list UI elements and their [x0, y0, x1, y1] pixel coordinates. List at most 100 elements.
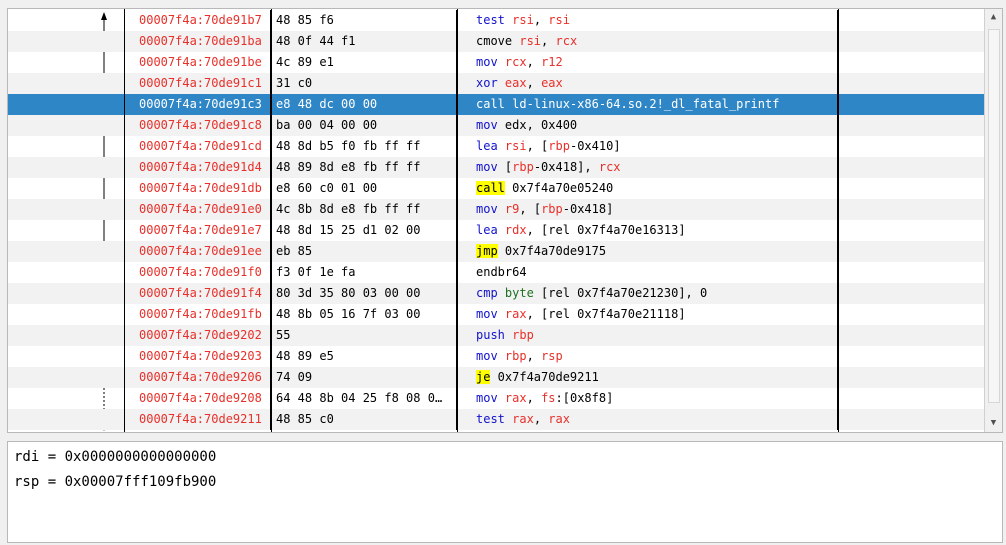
instruction-token: , [rel 0x7f4a70e16313] [526, 223, 686, 237]
instruction-token: , [533, 412, 549, 426]
instruction-bytes: 48 89 8d e8 fb ff ff [272, 157, 457, 178]
comment-cell [839, 199, 984, 220]
instruction-token [498, 307, 505, 321]
instruction-token [498, 223, 505, 237]
instruction-token: mov [476, 202, 498, 216]
instruction-text: test rax, rax [458, 409, 838, 430]
comment-cell [839, 136, 984, 157]
triangle-down-icon[interactable]: ▼ [985, 415, 1002, 432]
instruction-token: rbp [512, 160, 534, 174]
column-divider [457, 9, 458, 432]
comment-cell [839, 409, 984, 430]
instruction-token: rcx [555, 34, 578, 48]
instruction-token: 0x7f4a70de9211 [490, 370, 599, 384]
instruction-token [498, 202, 505, 216]
instruction-bytes: 48 8b 05 16 7f 03 00 [272, 304, 457, 325]
instruction-text: call ld-linux-x86-64.so.2!_dl_fatal_prin… [458, 94, 838, 115]
instruction-text: lea rsi, [rbp-0x410] [458, 136, 838, 157]
instruction-text: mov r9, [rbp-0x418] [458, 199, 838, 220]
instruction-bytes: 48 89 e5 [272, 346, 457, 367]
instruction-token: endbr64 [476, 265, 527, 279]
column-divider [124, 9, 125, 432]
comment-cell [839, 73, 984, 94]
instruction-text: endbr64 [458, 262, 838, 283]
instruction-token: test [476, 13, 505, 27]
instruction-token [498, 349, 505, 363]
instruction-bytes: f3 0f 1e fa [272, 262, 457, 283]
comment-cell [839, 388, 984, 409]
instruction-token: , [526, 391, 542, 405]
instruction-bytes: 31 c0 [272, 73, 457, 94]
instruction-token: 0x7f4a70e05240 [504, 181, 614, 195]
vertical-scrollbar[interactable]: ▲ ▼ [984, 9, 1002, 432]
instruction-bytes: eb 85 [272, 241, 457, 262]
instruction-token [498, 286, 505, 300]
instruction-text: jmp 0x7f4a70de9175 [458, 241, 838, 262]
instruction-address: 00007f4a:70de91ba [125, 31, 271, 52]
instruction-address: 00007f4a:70de9208 [125, 388, 271, 409]
instruction-token: , [526, 76, 542, 90]
instruction-bytes: 64 48 8b 04 25 f8 08 0… [272, 388, 457, 409]
disassembly-view[interactable]: 00007f4a:70de91b7 48 85 f6 test rsi, rsi 00… [7, 8, 1003, 433]
comment-cell [839, 283, 984, 304]
instruction-token [498, 55, 505, 69]
instruction-bytes: 48 8d 15 25 d1 02 00 [272, 220, 457, 241]
instruction-token: rax [504, 391, 527, 405]
instruction-text: mov edx, 0x400 [458, 115, 838, 136]
instruction-token: rbp [512, 328, 534, 342]
instruction-token: test [476, 412, 505, 426]
instruction-address: 00007f4a:70de91cd [125, 136, 271, 157]
instruction-address: 00007f4a:70de91d4 [125, 157, 271, 178]
instruction-address: 00007f4a:70de91e7 [125, 220, 271, 241]
instruction-token: rax [504, 307, 527, 321]
comment-cell [839, 220, 984, 241]
instruction-token: call ld-linux-x86-64.so.2!_dl_fatal_prin… [476, 97, 780, 111]
instruction-token: byte [504, 286, 534, 300]
instruction-token: rsi [512, 13, 534, 27]
instruction-token: mov [476, 391, 498, 405]
instruction-text: mov rbp, rsp [458, 346, 838, 367]
instruction-text: mov rax, fs:[0x8f8] [458, 388, 838, 409]
instruction-token: mov [476, 307, 498, 321]
instruction-token: je [476, 370, 491, 384]
instruction-bytes: 4c 89 e1 [272, 52, 457, 73]
triangle-up-icon[interactable]: ▲ [985, 9, 1002, 26]
comment-cell [839, 52, 984, 73]
instruction-token: rbp [541, 202, 563, 216]
comment-cell [839, 157, 984, 178]
instruction-bytes: 48 0f 44 f1 [272, 31, 457, 52]
instruction-token: 0x7f4a70de9175 [497, 244, 607, 258]
comment-cell [839, 178, 984, 199]
instruction-address: 00007f4a:70de91fb [125, 304, 271, 325]
column-divider [271, 9, 272, 432]
instruction-token: rsi [548, 13, 570, 27]
comment-cell [839, 325, 984, 346]
instruction-text: mov [rbp-0x418], rcx [458, 157, 838, 178]
instruction-token: rax [548, 412, 570, 426]
comment-cell [839, 10, 984, 31]
register-line-rsp: rsp = 0x00007fff109fb900 [14, 474, 217, 490]
instruction-address: 00007f4a:70de91be [125, 52, 271, 73]
instruction-address: 00007f4a:70de9203 [125, 346, 271, 367]
instruction-address: 00007f4a:70de91c3 [125, 94, 271, 115]
instruction-token: cmp [476, 286, 498, 300]
comment-cell [839, 115, 984, 136]
instruction-token [498, 76, 505, 90]
scrollbar-thumb[interactable] [988, 29, 1000, 403]
instruction-address: 00007f4a:70de9202 [125, 325, 271, 346]
register-panel[interactable]: rdi = 0x0000000000000000 rsp = 0x00007ff… [7, 441, 1003, 543]
instruction-text: push rbp [458, 325, 838, 346]
instruction-token: rdx [504, 223, 527, 237]
instruction-address: 00007f4a:70de91f0 [125, 262, 271, 283]
column-divider [838, 9, 839, 432]
instruction-bytes: 4c 8b 8d e8 fb ff ff [272, 199, 457, 220]
instruction-token: jmp [476, 244, 498, 258]
instruction-address: 00007f4a:70de91ee [125, 241, 271, 262]
instruction-bytes: 80 3d 35 80 03 00 00 [272, 283, 457, 304]
instruction-token: rbp [504, 349, 527, 363]
instruction-token: rsi [519, 34, 542, 48]
instruction-token [498, 391, 505, 405]
instruction-address: 00007f4a:70de91c1 [125, 73, 271, 94]
instruction-text: mov rax, [rel 0x7f4a70e21118] [458, 304, 838, 325]
instruction-token: eax [541, 76, 563, 90]
